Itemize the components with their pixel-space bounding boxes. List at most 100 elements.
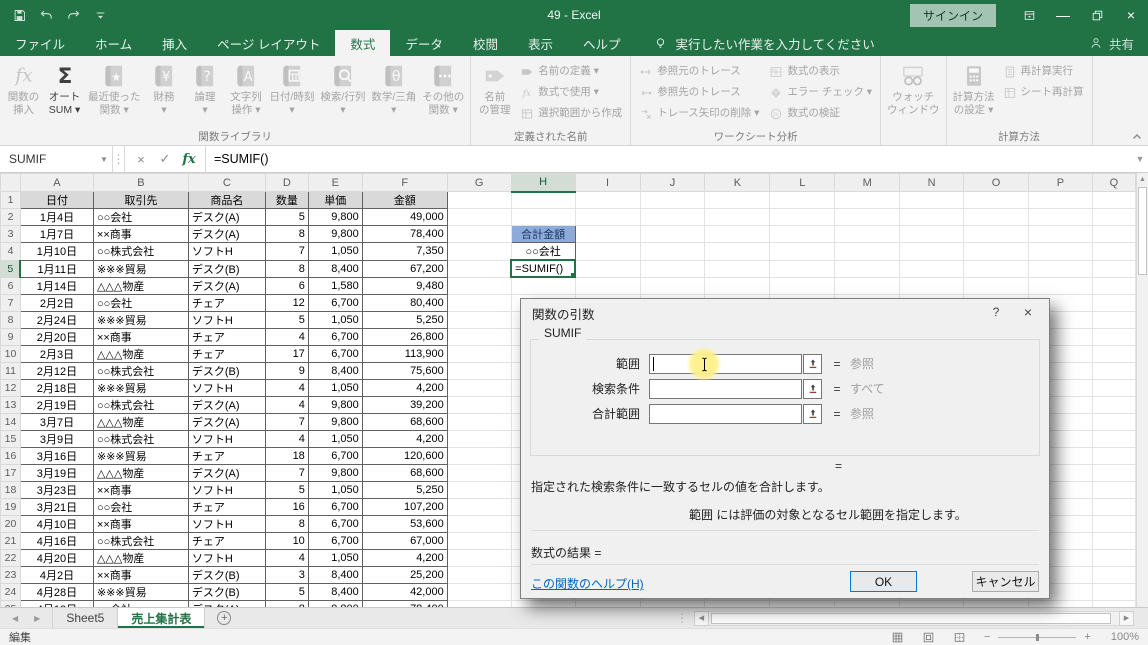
row-header-20[interactable]: 20	[1, 515, 21, 532]
cell-D9[interactable]: 4	[265, 328, 308, 345]
calculate-now-button[interactable]: 再計算実行	[998, 61, 1089, 82]
close-button[interactable]: ×	[1114, 0, 1148, 30]
row-header-12[interactable]: 12	[1, 379, 21, 396]
cell-A8[interactable]: 2月24日	[20, 311, 93, 328]
row-header-13[interactable]: 13	[1, 396, 21, 413]
collapse-dialog-button[interactable]	[803, 404, 822, 424]
cell-E1[interactable]: 単価	[308, 192, 362, 209]
column-header-J[interactable]: J	[640, 174, 705, 192]
cell-D4[interactable]: 7	[265, 243, 308, 261]
cell-F8[interactable]: 5,250	[362, 311, 447, 328]
cell-L1[interactable]	[770, 192, 835, 209]
cell-C6[interactable]: デスク(A)	[188, 277, 265, 294]
cell-M1[interactable]	[835, 192, 900, 209]
cell-D6[interactable]: 6	[265, 277, 308, 294]
cell-H6[interactable]	[511, 277, 575, 294]
cell-C11[interactable]: デスク(B)	[188, 362, 265, 379]
cell-F13[interactable]: 39,200	[362, 396, 447, 413]
row-header-9[interactable]: 9	[1, 328, 21, 345]
cell-Q13[interactable]	[1092, 396, 1135, 413]
redo-icon[interactable]	[66, 8, 81, 23]
column-header-A[interactable]: A	[20, 174, 93, 192]
row-header-3[interactable]: 3	[1, 226, 21, 243]
cell-G7[interactable]	[447, 294, 511, 311]
row-header-24[interactable]: 24	[1, 583, 21, 600]
cell-P4[interactable]	[1028, 243, 1092, 261]
cell-C1[interactable]: 商品名	[188, 192, 265, 209]
cell-G16[interactable]	[447, 447, 511, 464]
cell-J6[interactable]	[640, 277, 705, 294]
cell-B11[interactable]: ○○株式会社	[93, 362, 188, 379]
watch-window-button[interactable]: ウォッチウィンドウ	[884, 58, 943, 128]
cell-E11[interactable]: 8,400	[308, 362, 362, 379]
cell-P1[interactable]	[1028, 192, 1092, 209]
cell-K6[interactable]	[705, 277, 770, 294]
name-box-dropdown-icon[interactable]: ▼	[96, 146, 113, 172]
row-header-7[interactable]: 7	[1, 294, 21, 311]
cell-F24[interactable]: 42,000	[362, 583, 447, 600]
row-header-22[interactable]: 22	[1, 549, 21, 566]
cell-M2[interactable]	[835, 209, 900, 226]
cell-F15[interactable]: 4,200	[362, 430, 447, 447]
cell-N25[interactable]	[900, 600, 964, 607]
save-icon[interactable]	[12, 8, 27, 23]
cell-F22[interactable]: 4,200	[362, 549, 447, 566]
cell-K3[interactable]	[705, 226, 770, 243]
cell-F16[interactable]: 120,600	[362, 447, 447, 464]
cell-G18[interactable]	[447, 481, 511, 498]
cell-E4[interactable]: 1,050	[308, 243, 362, 261]
customize-quick-access-icon[interactable]	[93, 8, 108, 23]
cell-N5[interactable]	[900, 260, 964, 277]
cell-E6[interactable]: 1,580	[308, 277, 362, 294]
normal-view-button[interactable]	[891, 631, 904, 644]
cell-D1[interactable]: 数量	[265, 192, 308, 209]
cell-A25[interactable]: 4月18日	[20, 600, 93, 607]
column-header-F[interactable]: F	[362, 174, 447, 192]
cell-B23[interactable]: ××商事	[93, 566, 188, 583]
cell-D16[interactable]: 18	[265, 447, 308, 464]
more-functions-button[interactable]: その他の関数 ▾	[419, 58, 467, 128]
cell-K5[interactable]	[705, 260, 770, 277]
cell-E23[interactable]: 8,400	[308, 566, 362, 583]
scrollbar-splitter[interactable]: ⋮	[670, 608, 694, 628]
cell-C24[interactable]: デスク(B)	[188, 583, 265, 600]
row-header-14[interactable]: 14	[1, 413, 21, 430]
cell-I1[interactable]	[575, 192, 640, 209]
zoom-in-icon[interactable]: +	[1084, 631, 1090, 643]
cell-G5[interactable]	[447, 260, 511, 277]
cell-H1[interactable]	[511, 192, 575, 209]
cell-G25[interactable]	[447, 600, 511, 607]
cell-D11[interactable]: 9	[265, 362, 308, 379]
cell-L4[interactable]	[770, 243, 835, 261]
cell-F17[interactable]: 68,600	[362, 464, 447, 481]
row-header-18[interactable]: 18	[1, 481, 21, 498]
cell-C23[interactable]: デスク(B)	[188, 566, 265, 583]
scroll-up-icon[interactable]: ▲	[1137, 173, 1148, 186]
cell-K25[interactable]	[705, 600, 770, 607]
column-header-M[interactable]: M	[835, 174, 900, 192]
create-from-selection-button[interactable]: 選択範囲から作成	[515, 103, 627, 124]
ribbon-tab-表示[interactable]: 表示	[513, 30, 568, 56]
dialog-close-button[interactable]: ×	[1019, 304, 1037, 320]
cell-M4[interactable]	[835, 243, 900, 261]
cell-J2[interactable]	[640, 209, 705, 226]
cell-H25[interactable]	[511, 600, 575, 607]
cell-G10[interactable]	[447, 345, 511, 362]
cell-P3[interactable]	[1028, 226, 1092, 243]
cell-L3[interactable]	[770, 226, 835, 243]
cell-Q12[interactable]	[1092, 379, 1135, 396]
cell-A2[interactable]: 1月4日	[20, 209, 93, 226]
cell-I25[interactable]	[575, 600, 640, 607]
row-header-15[interactable]: 15	[1, 430, 21, 447]
row-header-23[interactable]: 23	[1, 566, 21, 583]
cell-Q6[interactable]	[1092, 277, 1135, 294]
column-header-D[interactable]: D	[265, 174, 308, 192]
cell-H2[interactable]	[511, 209, 575, 226]
zoom-level[interactable]: 100%	[1111, 631, 1139, 643]
cell-Q20[interactable]	[1092, 515, 1135, 532]
cell-N3[interactable]	[900, 226, 964, 243]
cell-O4[interactable]	[964, 243, 1029, 261]
cell-E20[interactable]: 6,700	[308, 515, 362, 532]
cell-A16[interactable]: 3月16日	[20, 447, 93, 464]
cell-G15[interactable]	[447, 430, 511, 447]
